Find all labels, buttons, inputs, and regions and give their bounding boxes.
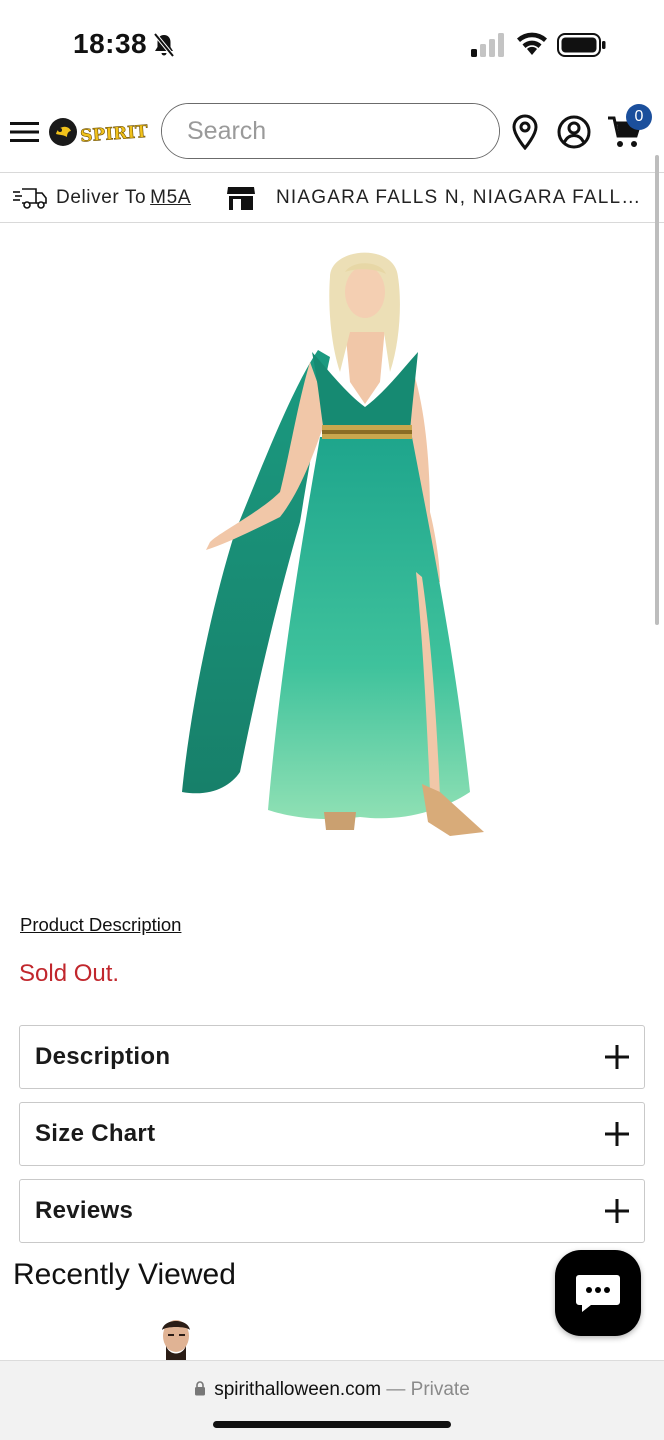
accordion-size-chart[interactable]: Size Chart (19, 1102, 645, 1166)
account-icon[interactable] (556, 114, 592, 150)
home-indicator[interactable] (213, 1421, 451, 1428)
recently-viewed-heading: Recently Viewed (13, 1258, 236, 1291)
recently-viewed-product-image[interactable] (156, 1316, 196, 1360)
selected-store[interactable]: NIAGARA FALLS N, NIAGARA FALLS, ON (276, 187, 646, 209)
lock-icon (195, 1381, 206, 1396)
cart-count-badge[interactable]: 0 (626, 104, 652, 130)
product-description-link[interactable]: Product Description (20, 914, 181, 936)
status-bar: 18:38 (0, 0, 664, 90)
store-locator-icon[interactable] (510, 114, 540, 150)
accordion-title: Description (35, 1043, 171, 1070)
accordion-reviews[interactable]: Reviews (19, 1179, 645, 1243)
accordion-title: Size Chart (35, 1120, 156, 1147)
stock-status: Sold Out. (19, 960, 120, 987)
cellular-signal-icon (471, 33, 504, 57)
deliver-to-label: Deliver To (56, 187, 147, 208)
battery-icon (557, 33, 606, 57)
delivery-truck-icon (13, 188, 47, 209)
wifi-icon (517, 32, 547, 55)
private-mode-label: Private (410, 1379, 470, 1400)
chat-button[interactable] (555, 1250, 641, 1336)
status-time: 18:38 (73, 28, 148, 59)
product-image[interactable] (140, 232, 540, 852)
postal-code-link[interactable]: M5A (150, 187, 191, 208)
bell-muted-icon (153, 32, 175, 58)
spirit-logo[interactable]: SPIRIT (48, 112, 158, 152)
expand-plus-icon[interactable] (604, 1198, 630, 1224)
url-text: spirithalloween.com (214, 1379, 382, 1400)
url-field[interactable]: spirithalloween.com — Private (0, 1379, 664, 1401)
url-separator: — (381, 1379, 411, 1400)
delivery-bar: Deliver To M5A NIAGARA FALLS N, NIAGARA F… (0, 172, 664, 223)
expand-plus-icon[interactable] (604, 1044, 630, 1070)
search-bar (161, 103, 500, 159)
accordion-description[interactable]: Description (19, 1025, 645, 1089)
hamburger-menu-icon[interactable] (10, 120, 40, 144)
search-input[interactable] (162, 104, 499, 158)
site-header: SPIRIT 0 (0, 100, 664, 166)
chat-bubble-icon (576, 1275, 620, 1312)
deliver-to-selector[interactable]: Deliver To M5A (56, 187, 191, 209)
expand-plus-icon[interactable] (604, 1121, 630, 1147)
browser-address-bar: spirithalloween.com — Private (0, 1360, 664, 1440)
scrollbar[interactable] (655, 155, 659, 625)
svg-text:SPIRIT: SPIRIT (80, 122, 149, 147)
accordion-title: Reviews (35, 1197, 134, 1224)
store-icon (227, 187, 255, 210)
